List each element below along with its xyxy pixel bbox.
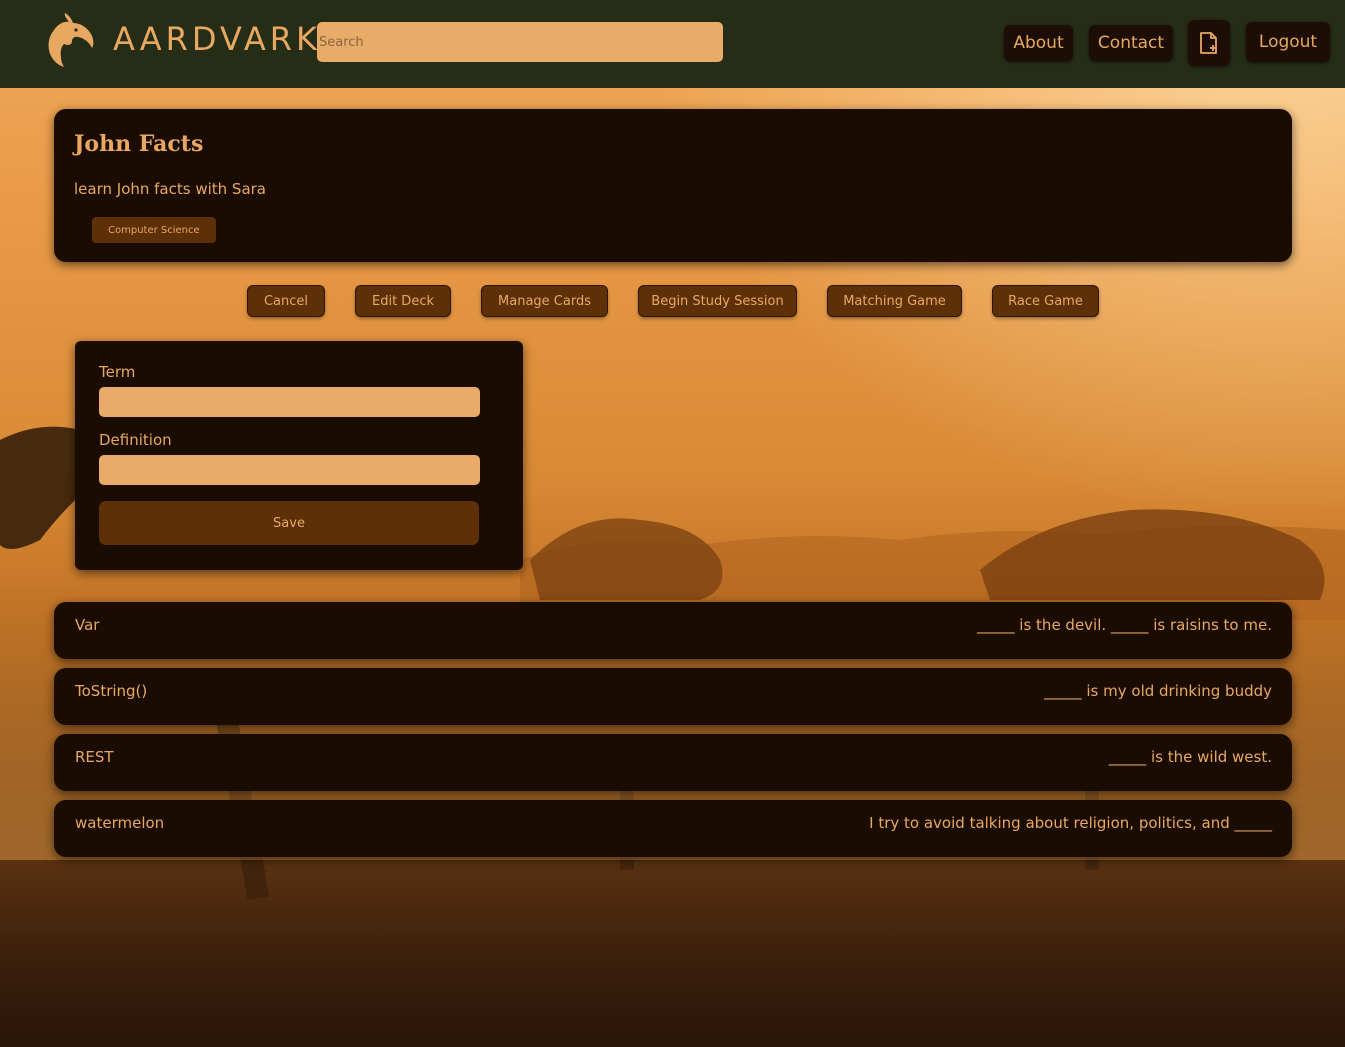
card-row[interactable]: ToString() _____ is my old drinking budd…	[54, 668, 1292, 725]
card-term: watermelon	[75, 814, 165, 832]
save-button[interactable]: Save	[99, 501, 479, 545]
term-input[interactable]	[99, 387, 480, 417]
category-tag[interactable]: Computer Science	[92, 217, 216, 243]
manage-cards-button[interactable]: Manage Cards	[482, 286, 607, 316]
deck-title: John Facts	[74, 131, 204, 157]
deck-description: learn John facts with Sara	[74, 180, 266, 198]
file-plus-icon	[1200, 32, 1217, 54]
card-definition: _____ is my old drinking buddy	[1044, 682, 1272, 700]
add-card-form: Term Definition Save	[75, 341, 523, 570]
card-definition: _____ is the wild west.	[1108, 748, 1272, 766]
card-row[interactable]: REST _____ is the wild west.	[54, 734, 1292, 791]
aardvark-logo-icon[interactable]	[42, 12, 96, 70]
logout-button[interactable]: Logout	[1246, 22, 1330, 62]
term-label: Term	[99, 363, 136, 381]
about-button[interactable]: About	[1004, 25, 1073, 61]
contact-button[interactable]: Contact	[1089, 25, 1173, 61]
card-term: Var	[75, 616, 100, 634]
search-input[interactable]	[317, 22, 723, 62]
card-term: ToString()	[75, 682, 148, 700]
deck-info-card: John Facts learn John facts with Sara Co…	[54, 109, 1292, 262]
card-term: REST	[75, 748, 114, 766]
card-row[interactable]: watermelon I try to avoid talking about …	[54, 800, 1292, 857]
card-row[interactable]: Var _____ is the devil. _____ is raisins…	[54, 602, 1292, 659]
new-deck-button[interactable]	[1188, 20, 1230, 66]
top-navigation-bar: AARDVARK About Contact Logout	[0, 0, 1345, 88]
cancel-button[interactable]: Cancel	[248, 286, 324, 316]
matching-game-button[interactable]: Matching Game	[828, 286, 961, 316]
edit-deck-button[interactable]: Edit Deck	[356, 286, 450, 316]
begin-study-session-button[interactable]: Begin Study Session	[639, 286, 796, 316]
definition-input[interactable]	[99, 455, 480, 485]
card-definition: I try to avoid talking about religion, p…	[869, 814, 1272, 832]
race-game-button[interactable]: Race Game	[993, 286, 1098, 316]
definition-label: Definition	[99, 431, 172, 449]
card-definition: _____ is the devil. _____ is raisins to …	[977, 616, 1272, 634]
brand-name[interactable]: AARDVARK	[113, 20, 321, 58]
